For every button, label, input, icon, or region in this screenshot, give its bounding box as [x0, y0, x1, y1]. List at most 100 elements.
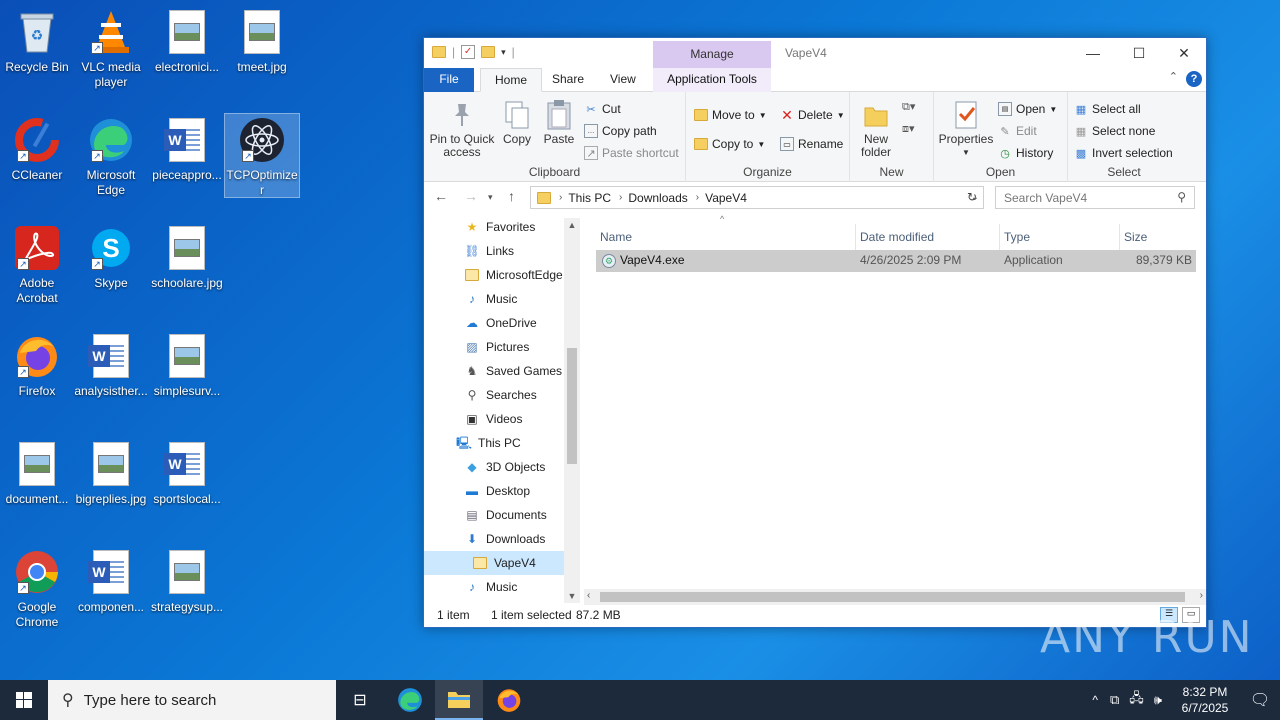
desktop-icon-ccleaner[interactable]: ↗ CCleaner — [0, 116, 74, 183]
nav-item-onedrive[interactable]: ☁ OneDrive — [424, 311, 564, 335]
desktop-icon-analysisther[interactable]: W analysisther... — [74, 332, 148, 399]
file-row[interactable]: ⚙ VapeV4.exe 4/26/2025 2:09 PM Applicati… — [596, 250, 1196, 272]
properties-qat-icon[interactable]: ✓ — [461, 45, 476, 59]
desktop-icon-tcpoptimizer[interactable]: ↗ TCPOptimizer — [224, 113, 300, 198]
delete-button[interactable]: ✕ Delete ▼ — [780, 107, 844, 123]
scroll-up-icon[interactable]: ▲ — [564, 220, 580, 230]
move-to-button[interactable]: Move to ▼ — [694, 108, 767, 122]
select-all-button[interactable]: ▦ Select all — [1074, 102, 1141, 116]
tab-view[interactable]: View — [596, 68, 650, 92]
nav-item-links[interactable]: ⛓ Links — [424, 239, 564, 263]
nav-item-searches[interactable]: ⚲ Searches — [424, 383, 564, 407]
new-folder-qat-icon[interactable] — [481, 46, 496, 58]
nav-item-downloads[interactable]: ⬇ Downloads — [424, 527, 564, 551]
desktop-icon-vlc[interactable]: ↗ VLC media player — [74, 8, 148, 90]
taskbar-firefox-icon[interactable] — [485, 680, 533, 720]
scroll-down-icon[interactable]: ▼ — [564, 591, 580, 601]
desktop-icon-strategysup[interactable]: strategysup... — [150, 548, 224, 615]
column-header-type[interactable]: Type — [1000, 224, 1120, 250]
desktop-icon-microsoft-edge[interactable]: ↗ Microsoft Edge — [74, 116, 148, 198]
desktop-icon-schoolare[interactable]: schoolare.jpg — [150, 224, 224, 291]
scroll-right-icon[interactable]: › — [1200, 590, 1203, 601]
nav-item-music[interactable]: ♪ Music — [424, 575, 564, 599]
desktop-icon-skype[interactable]: S ↗ Skype — [74, 224, 148, 291]
desktop-icon-firefox[interactable]: ↗ Firefox — [0, 332, 74, 399]
task-view-icon[interactable]: ⊟ — [336, 680, 384, 720]
nav-item-3d-objects[interactable]: ◆ 3D Objects — [424, 455, 564, 479]
edit-button[interactable]: ✎ Edit — [998, 124, 1036, 138]
desktop-icon-adobe-acrobat[interactable]: ↗ Adobe Acrobat — [0, 224, 74, 306]
scrollbar-thumb[interactable] — [600, 592, 1185, 602]
tab-home[interactable]: Home — [480, 68, 543, 92]
taskbar-search-box[interactable]: ⚲ Type here to search — [48, 680, 336, 720]
nav-item-desktop[interactable]: ▬ Desktop — [424, 479, 564, 503]
copy-to-button[interactable]: Copy to ▼ — [694, 137, 765, 151]
cut-button[interactable]: ✂ Cut — [584, 102, 620, 116]
breadcrumb-downloads[interactable]: Downloads — [628, 191, 687, 205]
taskbar-edge-icon[interactable] — [386, 680, 434, 720]
breadcrumb-vapev4[interactable]: VapeV4 — [705, 191, 747, 205]
nav-item-this-pc[interactable]: 🖳 This PC — [424, 431, 564, 455]
back-arrow-icon[interactable]: ← — [434, 188, 448, 204]
rename-button[interactable]: ▭ Rename — [780, 137, 843, 151]
nav-item-music[interactable]: ♪ Music — [424, 287, 564, 311]
desktop-icon-bigreplies[interactable]: bigreplies.jpg — [74, 440, 148, 507]
refresh-button[interactable]: ↻ — [961, 186, 984, 209]
help-icon[interactable]: ? — [1186, 71, 1202, 87]
open-button[interactable]: ▤ Open ▼ — [998, 102, 1057, 116]
column-header-name[interactable]: Name — [596, 224, 856, 250]
navigation-pane-scrollbar[interactable]: ▲ ▼ — [564, 218, 580, 603]
tab-application-tools[interactable]: Application Tools — [653, 68, 771, 92]
scroll-left-icon[interactable]: ‹ — [587, 590, 590, 601]
select-none-button[interactable]: ▦ Select none — [1074, 124, 1156, 138]
desktop-icon-simplesurv[interactable]: simplesurv... — [150, 332, 224, 399]
column-header-date-modified[interactable]: Date modified — [856, 224, 1000, 250]
search-input[interactable]: Search VapeV4 ⚲ — [995, 186, 1195, 209]
recent-locations-icon[interactable]: ▾ — [488, 192, 493, 203]
history-button[interactable]: ◷ History — [998, 146, 1053, 160]
copy-path-button[interactable]: … Copy path — [584, 124, 657, 138]
maximize-button[interactable]: ☐ — [1116, 38, 1162, 68]
nav-item-saved-games[interactable]: ♞ Saved Games — [424, 359, 564, 383]
desktop-icon-componen[interactable]: W componen... — [74, 548, 148, 615]
properties-button[interactable]: Properties ▼ — [938, 100, 994, 159]
column-header-size[interactable]: Size — [1120, 224, 1196, 250]
desktop-icon-sportslocal[interactable]: W sportslocal... — [150, 440, 224, 507]
close-button[interactable]: ✕ — [1161, 38, 1207, 68]
volume-icon[interactable]: 🕪 — [1154, 692, 1162, 708]
address-bar[interactable]: › This PC › Downloads › VapeV4 ⌄ — [530, 186, 984, 209]
nav-item-documents[interactable]: ▤ Documents — [424, 503, 564, 527]
collapse-ribbon-icon[interactable]: ⌃ — [1169, 70, 1178, 83]
show-hidden-icons-icon[interactable]: ^ — [1092, 693, 1098, 707]
new-item-icon[interactable]: ⧉▾ — [902, 100, 924, 116]
clock[interactable]: 8:32 PM 6/7/2025 — [1170, 684, 1240, 716]
easy-access-icon[interactable]: ⧈▾ — [902, 122, 924, 138]
desktop-icon-recycle-bin[interactable]: ♻ Recycle Bin — [0, 8, 74, 75]
nav-item-microsoftedge[interactable]: MicrosoftEdge — [424, 263, 564, 287]
tab-share[interactable]: Share — [538, 68, 598, 92]
new-folder-button[interactable]: New folder — [854, 100, 898, 159]
nav-item-videos[interactable]: ▣ Videos — [424, 407, 564, 431]
tab-file[interactable]: File — [424, 68, 474, 92]
desktop-icon-pieceappro[interactable]: W pieceappro... — [150, 116, 224, 183]
network-icon[interactable]: 🖧 — [1129, 689, 1144, 711]
scrollbar-thumb[interactable] — [567, 348, 577, 464]
taskbar-file-explorer-icon[interactable] — [435, 680, 483, 720]
up-arrow-icon[interactable]: ↑ — [508, 188, 515, 204]
desktop-icon-tmeet[interactable]: tmeet.jpg — [225, 8, 299, 75]
invert-selection-button[interactable]: ▩ Invert selection — [1074, 146, 1173, 160]
qat-dropdown-icon[interactable]: ▾ — [501, 47, 506, 58]
start-button[interactable] — [0, 680, 48, 720]
pin-to-quick-access-button[interactable]: Pin to Quick access — [428, 100, 496, 159]
copy-button[interactable]: Copy — [498, 100, 536, 146]
nav-item-vapev4[interactable]: VapeV4 — [424, 551, 564, 575]
minimize-button[interactable]: — — [1070, 38, 1116, 68]
desktop-icon-google-chrome[interactable]: ↗ Google Chrome — [0, 548, 74, 630]
desktop-icon-electronici[interactable]: electronici... — [150, 8, 224, 75]
paste-button[interactable]: Paste — [540, 100, 578, 146]
nav-item-favorites[interactable]: ★ Favorites — [424, 215, 564, 239]
forward-arrow-icon[interactable]: → — [464, 188, 478, 204]
paste-shortcut-button[interactable]: ↗ Paste shortcut — [584, 146, 679, 160]
breadcrumb-this-pc[interactable]: This PC — [568, 191, 611, 205]
desktop-icon-document[interactable]: document... — [0, 440, 74, 507]
